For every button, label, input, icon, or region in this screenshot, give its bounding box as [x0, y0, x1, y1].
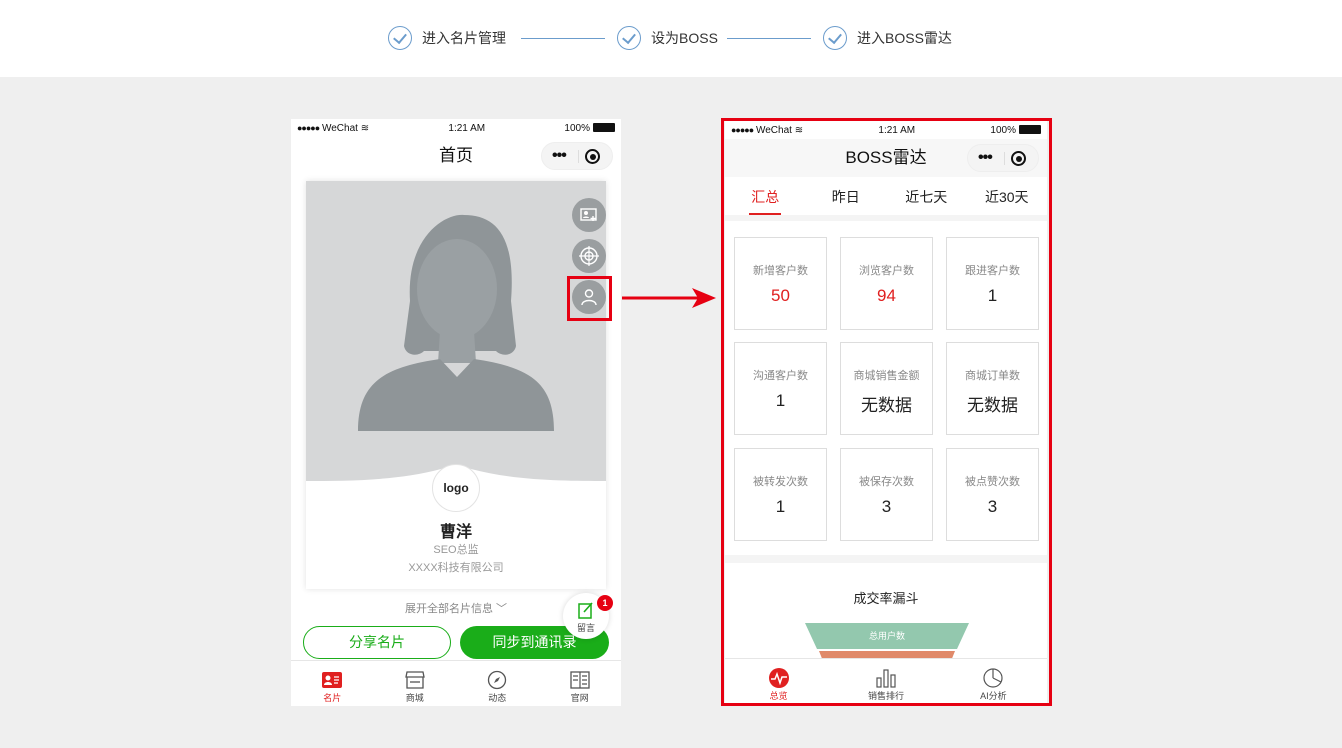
wifi-icon: ≋ [360, 122, 370, 134]
step-label: 进入BOSS雷达 [857, 30, 952, 46]
tab-card[interactable]: 名片 [291, 661, 374, 706]
step-3: 进入BOSS雷达 [823, 24, 952, 52]
close-target-icon[interactable] [585, 149, 600, 164]
unread-badge: 1 [597, 595, 613, 611]
expand-label: 展开全部名片信息 [404, 603, 493, 615]
more-icon[interactable]: ••• [552, 143, 567, 169]
radar-target-icon [579, 246, 599, 266]
edit-note-icon [578, 602, 593, 619]
tab-website[interactable]: 官网 [539, 661, 622, 706]
phone-home-screen: ●●●●● WeChat ≋ 1:21 AM 100% 首页 ••• logo … [291, 119, 621, 706]
card-job-title: SEO总监 [433, 544, 479, 556]
business-card: logo 曹洋 SEO总监 XXXX科技有限公司 [306, 181, 606, 589]
check-circle-icon [388, 26, 412, 50]
signal-icon: ●●●●● [297, 122, 320, 133]
message-label: 留言 [576, 623, 595, 633]
radar-button[interactable] [572, 239, 606, 273]
shop-icon [404, 671, 425, 689]
tab-bar: 名片 商城 动态 官网 [291, 660, 621, 706]
step-connector [727, 38, 811, 39]
carrier-label: WeChat [321, 122, 358, 134]
check-circle-icon [823, 26, 847, 50]
company-logo: logo [432, 464, 480, 512]
contact-card-icon [580, 208, 597, 221]
chevron-down-icon: ﹀ [496, 603, 508, 615]
step-1: 进入名片管理 [388, 24, 506, 52]
status-bar: ●●●●● WeChat ≋ 1:21 AM 100% [291, 119, 621, 137]
card-name: 曹洋 [439, 524, 472, 541]
person-silhouette-icon [306, 214, 606, 481]
card-company: XXXX科技有限公司 [408, 562, 504, 574]
tab-news[interactable]: 动态 [456, 661, 539, 706]
tab-label: 动态 [488, 693, 507, 703]
check-circle-icon [617, 26, 641, 50]
highlight-frame [567, 276, 612, 321]
arrow-right-icon [622, 288, 716, 308]
miniprogram-capsule[interactable]: ••• [541, 142, 613, 170]
avatar-photo [306, 181, 606, 481]
battery-percent: 100% [564, 122, 590, 134]
tab-label: 名片 [323, 693, 342, 703]
step-connector [521, 38, 605, 39]
tab-label: 商城 [405, 693, 424, 703]
step-2: 设为BOSS [617, 24, 718, 52]
battery-icon [593, 123, 615, 133]
steps-bar: 进入名片管理 设为BOSS 进入BOSS雷达 [0, 0, 1342, 77]
tab-label: 官网 [570, 693, 589, 703]
share-card-button[interactable]: 分享名片 [303, 626, 451, 659]
tab-shop[interactable]: 商城 [374, 661, 457, 706]
nav-bar: 首页 ••• [291, 137, 621, 175]
highlight-frame [721, 118, 1052, 706]
add-contact-button[interactable] [572, 198, 606, 232]
card-icon [322, 672, 343, 688]
page-title: 首页 [439, 146, 473, 165]
compass-icon [488, 670, 507, 690]
status-time: 1:21 AM [448, 122, 486, 134]
website-icon [570, 671, 590, 689]
step-label: 进入名片管理 [422, 30, 506, 46]
step-label: 设为BOSS [651, 30, 718, 46]
